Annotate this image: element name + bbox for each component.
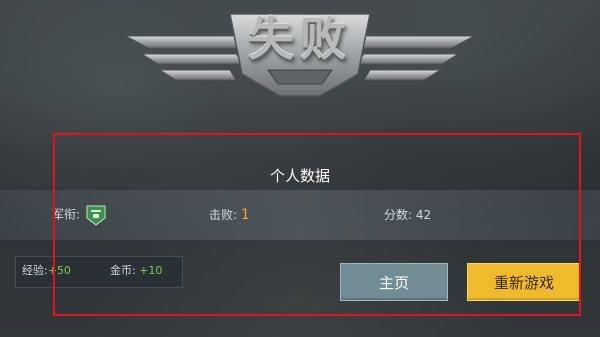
exp-label: 经验: (22, 264, 48, 277)
kills-value: 1 (240, 207, 250, 223)
home-button[interactable]: 主页 (340, 263, 448, 301)
rank-label: 军衔: (52, 207, 81, 222)
gold-label: 金币: (110, 264, 136, 277)
gold-value: +10 (139, 264, 163, 277)
score-stat: 分数: 42 (384, 206, 431, 223)
rank-badge-icon (86, 205, 106, 226)
defeat-title: 失败 (248, 12, 352, 66)
score-value: 42 (415, 208, 432, 222)
score-label: 分数: (384, 208, 413, 222)
exp-reward: 经验:+50 (22, 262, 71, 278)
panel-title: 个人数据 (269, 167, 330, 185)
kills-stat: 击败: 1 (209, 206, 250, 223)
gold-reward: 金币: +10 (110, 262, 162, 278)
rank-stat: 军衔: (52, 204, 107, 226)
kills-label: 击败: (209, 208, 238, 222)
restart-button[interactable]: 重新游戏 (467, 263, 581, 301)
defeat-banner: 失败 (118, 0, 482, 102)
exp-value: +50 (47, 264, 71, 277)
